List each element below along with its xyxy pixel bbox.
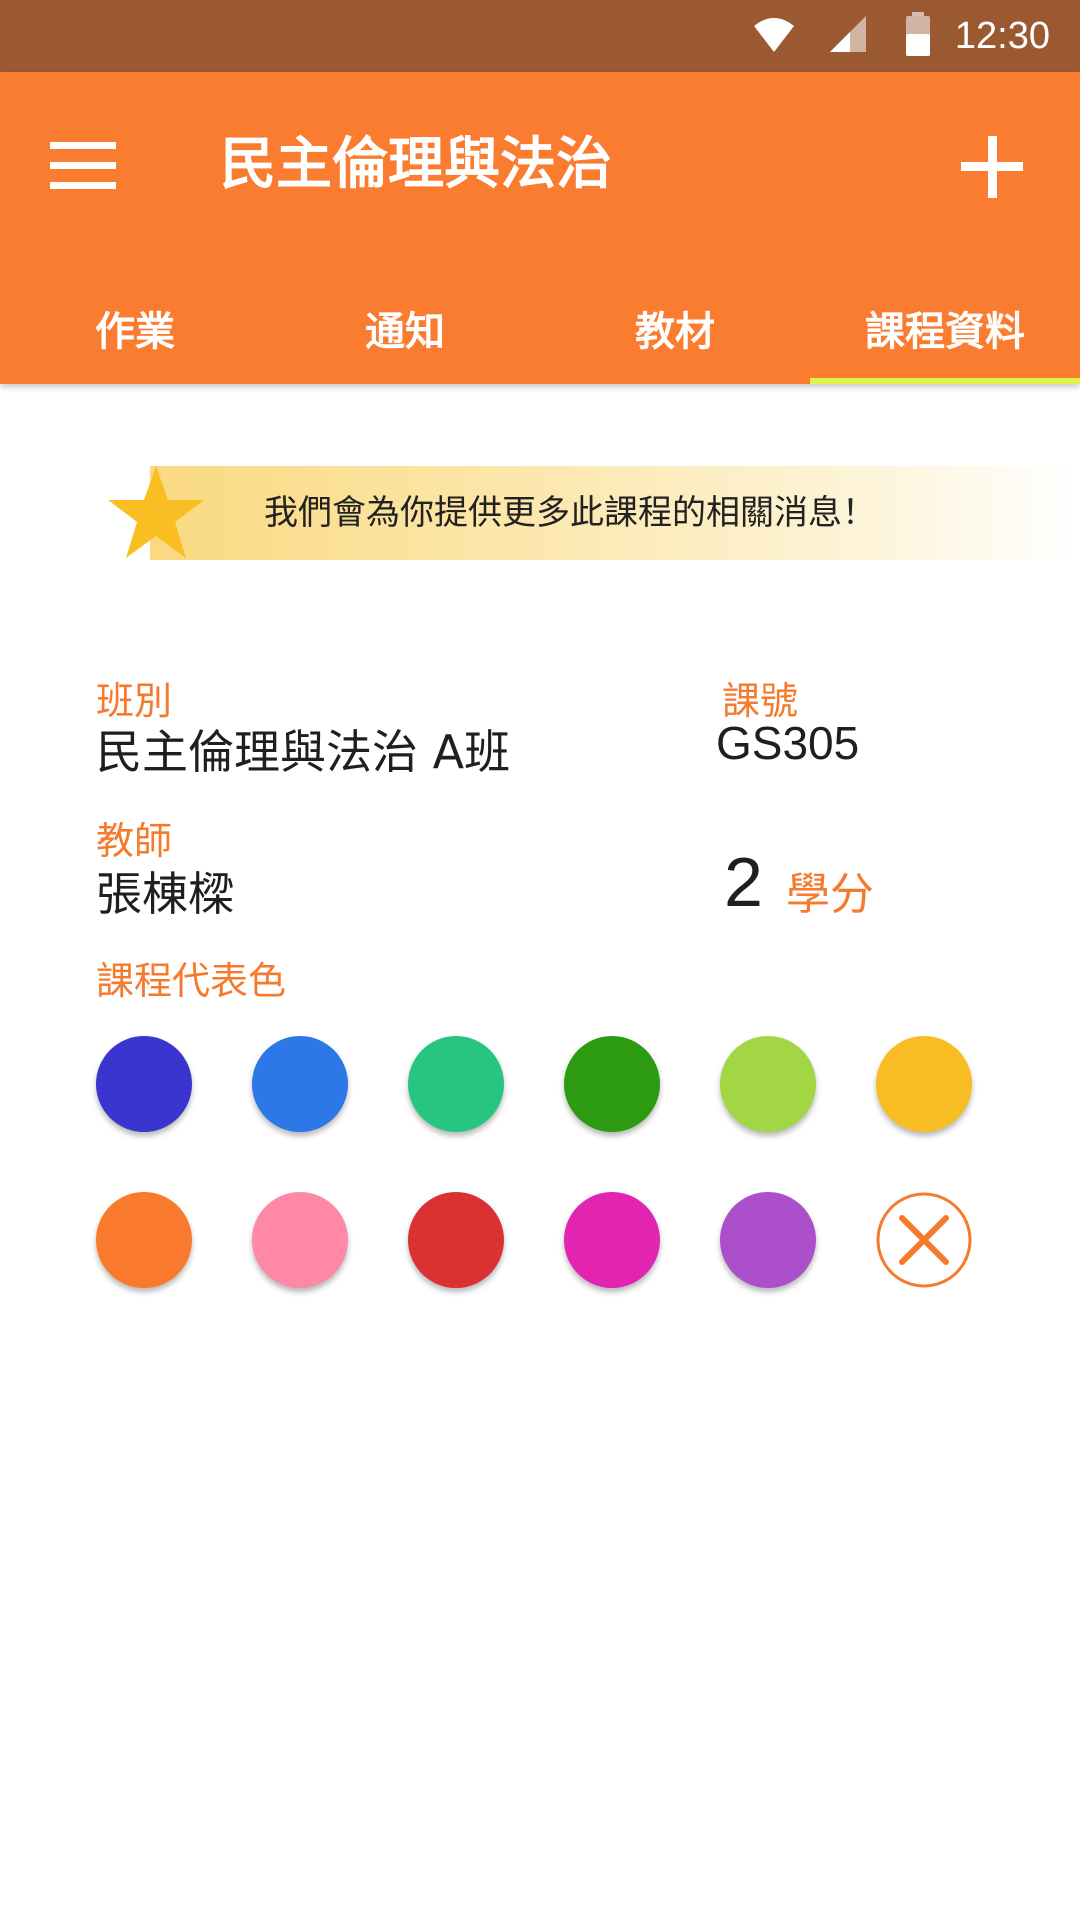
class-value: 民主倫理與法治 A班: [96, 725, 511, 779]
star-icon: [108, 466, 204, 558]
teacher-value: 張棟樑: [96, 867, 234, 921]
color-swatch-magenta[interactable]: [564, 1192, 660, 1288]
tab-selected-indicator: [810, 378, 1080, 384]
tab-label: 課程資料: [865, 309, 1025, 355]
banner-text: 我們會為你提供更多此課程的相關消息！: [264, 493, 876, 533]
color-swatch-indigo[interactable]: [96, 1036, 192, 1132]
page-title: 民主倫理與法治: [220, 132, 612, 197]
color-swatch-blue[interactable]: [252, 1036, 348, 1132]
color-swatch-teal-green[interactable]: [408, 1036, 504, 1132]
tab-homework[interactable]: 作業: [0, 272, 270, 384]
app-bar: 民主倫理與法治 作業 通知 教材 課程資料: [0, 72, 1080, 384]
plus-icon[interactable]: [944, 118, 1040, 214]
status-bar: 12:30: [0, 0, 1080, 72]
status-time: 12:30: [954, 15, 1050, 57]
color-swatch-lime[interactable]: [720, 1036, 816, 1132]
course-code-value: GS305: [716, 717, 860, 769]
hamburger-menu-icon[interactable]: [40, 122, 128, 210]
color-swatch-purple[interactable]: [720, 1192, 816, 1288]
course-color-label: 課程代表色: [96, 959, 287, 1003]
credits-unit: 學分: [786, 869, 874, 920]
wifi-icon: [754, 18, 794, 52]
clear-x-circle-icon[interactable]: [876, 1192, 972, 1288]
credits-value: 2: [724, 843, 763, 921]
battery-icon: [906, 12, 930, 56]
tab-bar: 作業 通知 教材 課程資料: [0, 272, 1080, 384]
tab-label: 教材: [635, 309, 715, 355]
color-swatch-red[interactable]: [408, 1192, 504, 1288]
cellular-signal-icon: [830, 16, 866, 52]
color-swatch-pink[interactable]: [252, 1192, 348, 1288]
color-swatch-orange[interactable]: [96, 1192, 192, 1288]
info-banner: 我們會為你提供更多此課程的相關消息！: [150, 466, 1080, 560]
tab-materials[interactable]: 教材: [540, 272, 810, 384]
tab-label: 作業: [95, 309, 175, 355]
tab-notices[interactable]: 通知: [270, 272, 540, 384]
tab-course-info[interactable]: 課程資料: [810, 272, 1080, 384]
color-swatch-green[interactable]: [564, 1036, 660, 1132]
tab-label: 通知: [365, 309, 445, 355]
teacher-label: 教師: [96, 819, 173, 863]
color-swatch-amber[interactable]: [876, 1036, 972, 1132]
